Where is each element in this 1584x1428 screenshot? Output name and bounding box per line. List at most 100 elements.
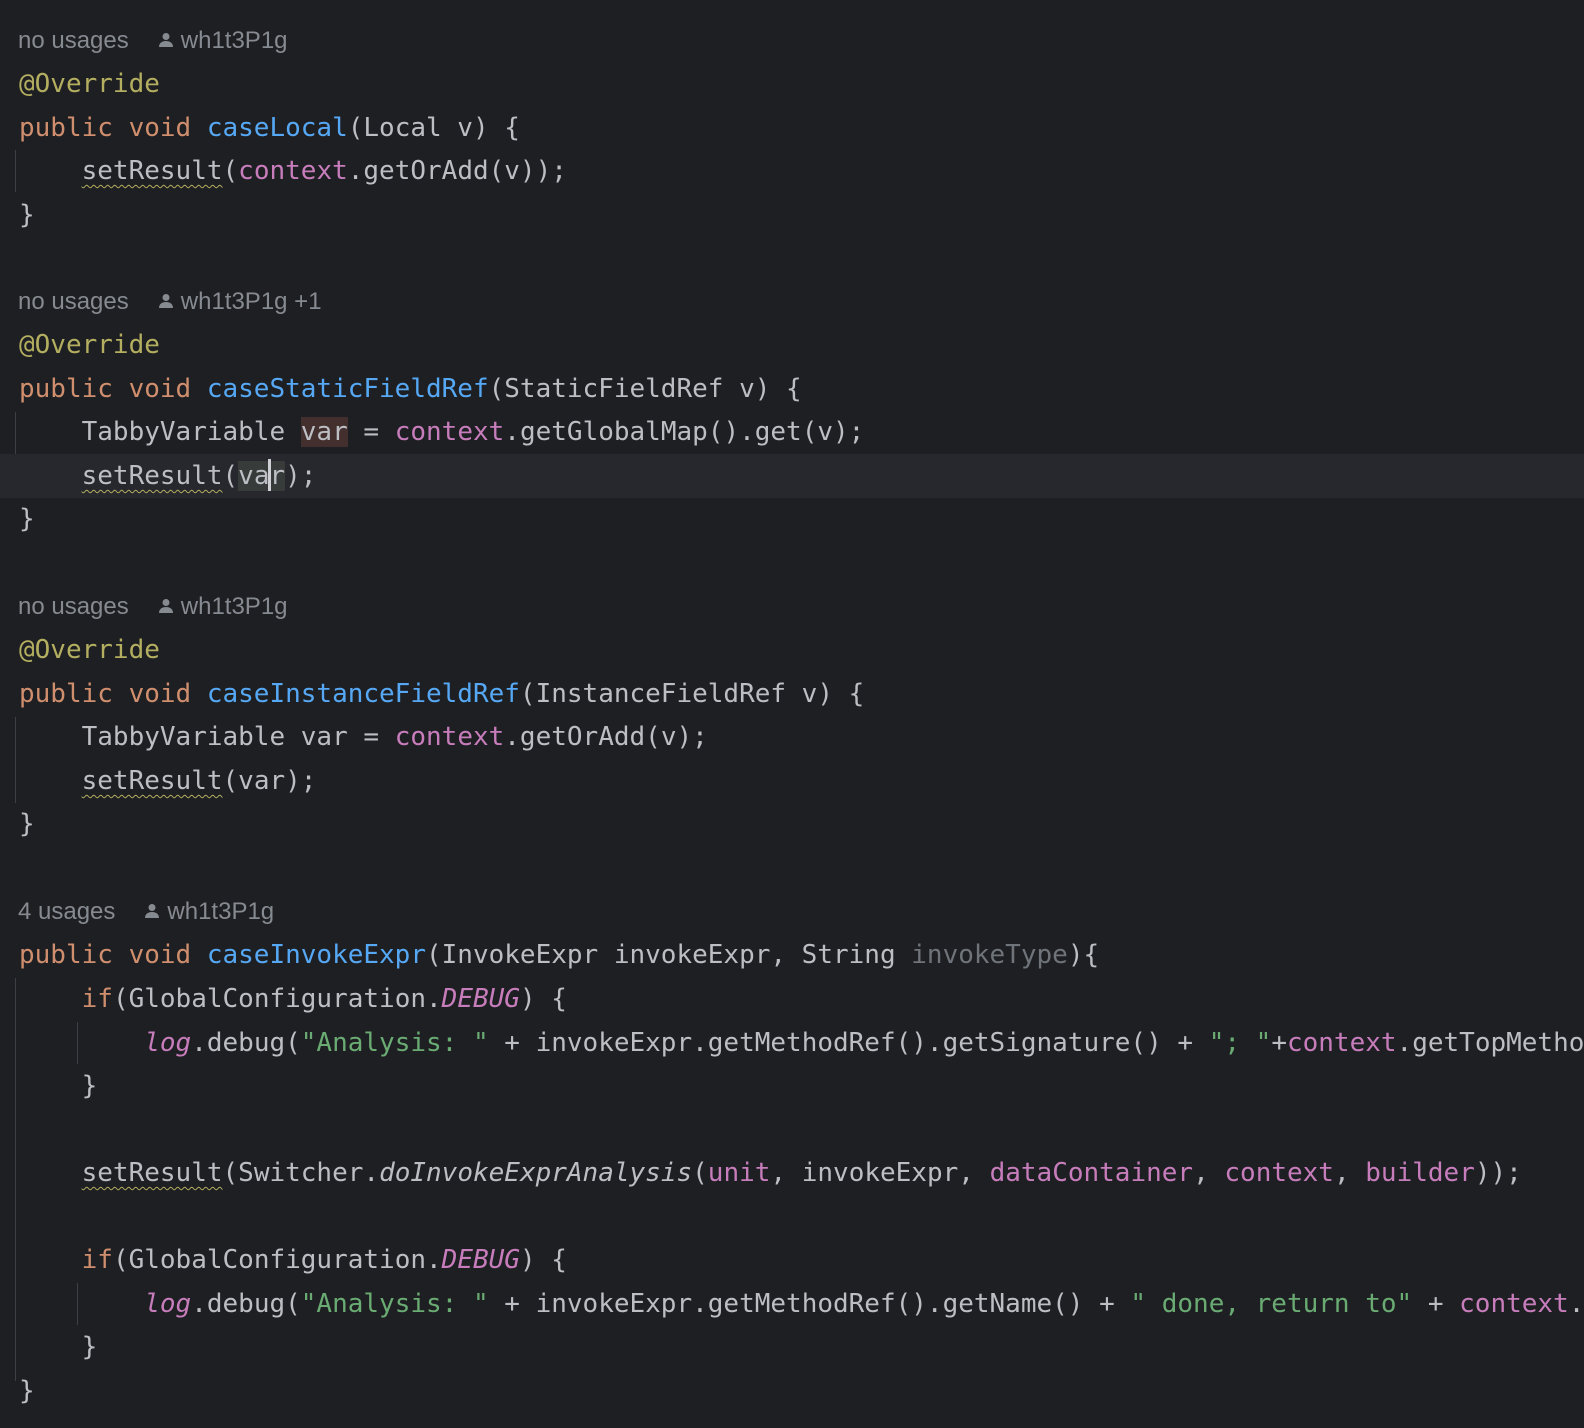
method-call[interactable]: setResult (82, 1158, 223, 1188)
code-text: = (347, 417, 395, 447)
unused-parameter[interactable]: invokeType (911, 940, 1068, 970)
code-text: ( (692, 1158, 708, 1188)
code-line[interactable]: log.debug("Analysis: " + invokeExpr.getM… (0, 1282, 1584, 1326)
brace: } (19, 1376, 35, 1406)
method-name[interactable]: caseStaticFieldRef (207, 374, 489, 404)
logger-field[interactable]: log (144, 1289, 191, 1319)
code-line[interactable]: } (0, 497, 1584, 541)
method-name[interactable]: caseInvokeExpr (207, 940, 426, 970)
person-icon (145, 904, 160, 918)
code-text: (var); (222, 766, 317, 796)
author-name[interactable]: wh1t3P1g (181, 593, 288, 620)
code-line[interactable]: public void caseInvokeExpr(InvokeExpr in… (0, 933, 1584, 977)
brace: } (81, 1332, 98, 1362)
method-name[interactable]: caseInstanceFieldRef (207, 679, 520, 709)
code-vision-hint[interactable]: 4 usages wh1t3P1g (0, 890, 274, 934)
string-literal: "Analysis: " (300, 1289, 489, 1319)
code-vision-hint[interactable]: no usages wh1t3P1g +1 (0, 280, 322, 324)
person-icon (158, 33, 173, 47)
code-line[interactable]: @Override (0, 62, 1584, 106)
code-text: (Switcher. (222, 1158, 380, 1188)
variable-declaration[interactable]: var (300, 417, 348, 447)
field-ref[interactable]: unit (708, 1158, 771, 1188)
usages-count[interactable]: no usages (18, 288, 129, 315)
field-ref[interactable]: context (395, 417, 505, 447)
keyword: public void (19, 113, 207, 143)
code-line[interactable]: setResult(Switcher.doInvokeExprAnalysis(… (0, 1151, 1584, 1195)
code-vision-hint[interactable]: no usages wh1t3P1g (0, 19, 288, 63)
method-call[interactable]: setResult (82, 766, 223, 796)
person-icon (158, 599, 173, 613)
code-line[interactable]: TabbyVariable var = context.getOrAdd(v); (0, 715, 1584, 759)
static-method-call[interactable]: doInvokeExprAnalysis (379, 1158, 692, 1188)
code-text: , (1333, 1158, 1366, 1188)
usages-count[interactable]: 4 usages (18, 898, 115, 925)
code-text: + invokeExpr.getMethodRef().getSignature… (488, 1028, 1209, 1058)
variable-usage[interactable]: var (238, 459, 286, 491)
annotation: @Override (19, 330, 160, 360)
code-text: ) { (519, 1245, 567, 1275)
method-call[interactable]: setResult (82, 461, 223, 491)
code-text: TabbyVariable (81, 417, 301, 447)
code-line[interactable]: setResult(context.getOrAdd(v)); (0, 149, 1584, 193)
code-line[interactable]: } (0, 802, 1584, 846)
code-text: .debug( (191, 1289, 301, 1319)
annotation: @Override (19, 635, 160, 665)
annotation: @Override (19, 69, 160, 99)
code-editor[interactable]: no usages wh1t3P1g @Override public void … (0, 0, 1584, 1428)
code-text: ) { (519, 984, 567, 1014)
code-text: .getOrAdd(v)); (347, 156, 567, 186)
static-constant[interactable]: DEBUG (442, 984, 520, 1014)
code-line[interactable]: @Override (0, 323, 1584, 367)
method-call[interactable]: setResult (82, 156, 223, 186)
logger-field[interactable]: log (144, 1028, 191, 1058)
code-text: (StaticFieldRef v) { (488, 374, 802, 404)
code-text: (Local v) { (347, 113, 520, 143)
code-text: .g (1568, 1289, 1584, 1319)
code-text: .debug( (191, 1028, 301, 1058)
code-line[interactable]: } (0, 1325, 1584, 1369)
field-ref[interactable]: builder (1365, 1158, 1475, 1188)
code-line[interactable]: public void caseInstanceFieldRef(Instanc… (0, 672, 1584, 716)
code-text: , (1193, 1158, 1225, 1188)
method-name[interactable]: caseLocal (207, 113, 348, 143)
field-ref[interactable]: context (1287, 1028, 1397, 1058)
code-text: (InstanceFieldRef v) { (519, 679, 865, 709)
code-text: )); (1474, 1158, 1522, 1188)
person-icon (158, 294, 173, 308)
string-literal: " done, return to" (1130, 1289, 1413, 1319)
keyword: public void (19, 679, 207, 709)
code-line[interactable]: } (0, 193, 1584, 237)
code-line[interactable]: log.debug("Analysis: " + invokeExpr.getM… (0, 1021, 1584, 1065)
code-text: (InvokeExpr invokeExpr, String (426, 940, 912, 970)
keyword: if (81, 1245, 113, 1275)
static-constant[interactable]: DEBUG (442, 1245, 520, 1275)
code-line[interactable]: if(GlobalConfiguration.DEBUG) { (0, 1238, 1584, 1282)
author-name[interactable]: wh1t3P1g (181, 27, 288, 54)
code-text: ( (222, 461, 239, 491)
code-line[interactable]: } (0, 1369, 1584, 1413)
code-line[interactable]: public void caseStaticFieldRef(StaticFie… (0, 367, 1584, 411)
code-text: .getOrAdd(v); (504, 722, 708, 752)
code-line[interactable]: } (0, 1064, 1584, 1108)
current-code-line[interactable]: setResult(var); (0, 454, 1584, 498)
usages-count[interactable]: no usages (18, 27, 129, 54)
code-text: , invokeExpr, (770, 1158, 990, 1188)
code-vision-hint[interactable]: no usages wh1t3P1g (0, 585, 288, 629)
author-name[interactable]: wh1t3P1g (167, 898, 274, 925)
code-line[interactable]: setResult(var); (0, 759, 1584, 803)
field-ref[interactable]: context (1459, 1289, 1569, 1319)
code-line[interactable]: public void caseLocal(Local v) { (0, 106, 1584, 150)
code-line[interactable]: @Override (0, 628, 1584, 672)
field-ref[interactable]: context (238, 156, 348, 186)
usages-count[interactable]: no usages (18, 593, 129, 620)
field-ref[interactable]: context (395, 722, 505, 752)
variable-text: r (269, 461, 286, 491)
field-ref[interactable]: dataContainer (990, 1158, 1194, 1188)
code-line[interactable]: TabbyVariable var = context.getGlobalMap… (0, 410, 1584, 454)
keyword: public void (19, 940, 207, 970)
variable-text: va (238, 461, 270, 491)
code-line[interactable]: if(GlobalConfiguration.DEBUG) { (0, 977, 1584, 1021)
field-ref[interactable]: context (1224, 1158, 1334, 1188)
author-name[interactable]: wh1t3P1g +1 (181, 288, 322, 315)
